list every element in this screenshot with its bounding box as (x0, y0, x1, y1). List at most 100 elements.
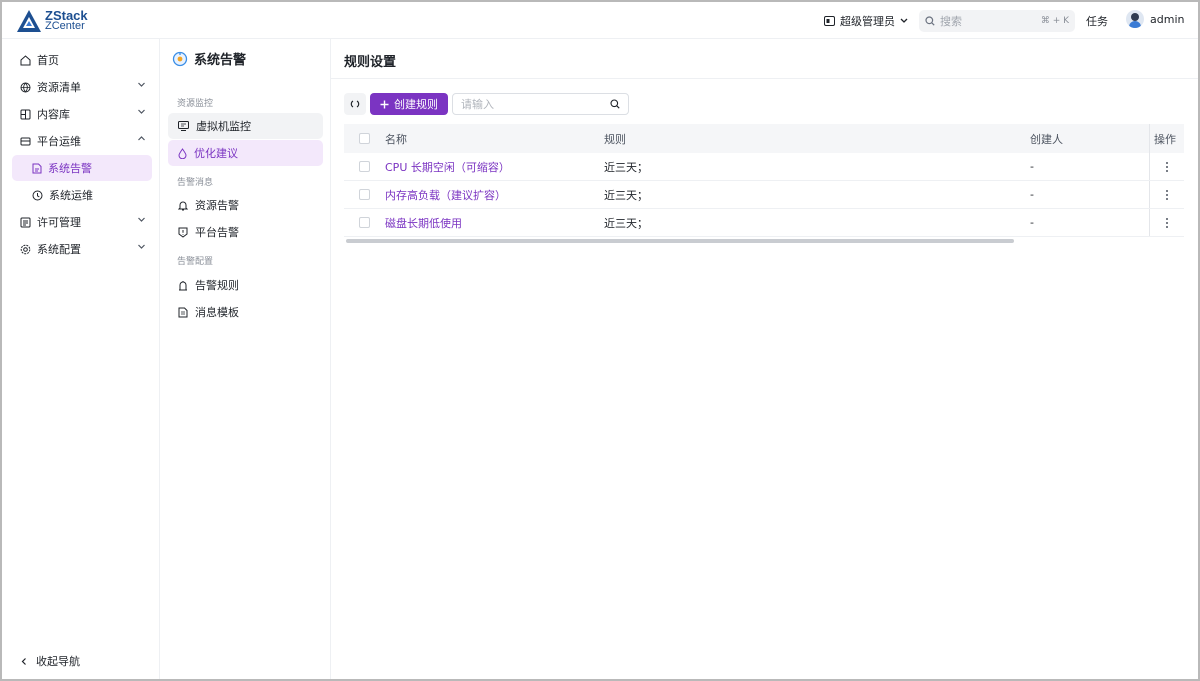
row-actions-button[interactable] (1149, 181, 1184, 208)
sidebar: 首页 资源清单 内容库 平台运维 系统告警 系统运维 许可管理 系统配置 收起导… (2, 39, 160, 679)
chevron-left-icon (21, 657, 26, 665)
col-actions-header: 操作 (1149, 124, 1184, 153)
rule-name-link[interactable]: 内存高负载（建议扩容） (385, 187, 506, 203)
horizontal-scrollbar[interactable] (344, 237, 1184, 243)
rule-search-placeholder: 请输入 (461, 98, 494, 111)
sidebar-item-library[interactable]: 内容库 (12, 101, 152, 127)
sidebar-item-platform-ops[interactable]: 平台运维 (12, 128, 152, 154)
group-label-alarm-config: 告警配置 (177, 257, 214, 267)
settings-icon (20, 244, 31, 254)
panel-item-label: 平台告警 (195, 226, 239, 239)
refresh-button[interactable] (344, 93, 366, 115)
table-row: 磁盘长期低使用 近三天； - (344, 209, 1184, 237)
ops-icon (20, 137, 31, 145)
scrollbar-thumb[interactable] (346, 239, 1014, 243)
panel-item-label: 资源告警 (195, 199, 239, 212)
sidebar-item-system-alarm[interactable]: 系统告警 (12, 155, 152, 181)
drop-icon (178, 147, 187, 159)
chevron-down-icon (138, 109, 145, 114)
rule-name-link[interactable]: 磁盘长期低使用 (385, 215, 462, 231)
table-header: 名称 规则 创建人 操作 (344, 124, 1184, 153)
alarm-module-icon (172, 51, 188, 66)
search-shortcut: ⌘ + K (1040, 16, 1069, 26)
chevron-up-icon (138, 136, 145, 141)
group-label-alarm-messages: 告警消息 (177, 178, 214, 188)
app-window: ZStack ZCenter 超级管理员 搜索 ⌘ + K 任务 admin 首… (2, 2, 1198, 679)
panel-item-vm-monitor[interactable]: 虚拟机监控 (168, 113, 323, 139)
panel-item-label: 虚拟机监控 (196, 120, 251, 133)
avatar (1126, 10, 1144, 28)
sidebar-item-system-ops[interactable]: 系统运维 (12, 182, 152, 208)
panel-item-optimization[interactable]: 优化建议 (168, 140, 323, 166)
panel-item-platform-alarm[interactable]: 平台告警 (168, 219, 323, 245)
create-rule-label: 创建规则 (394, 98, 438, 111)
row-actions-button[interactable] (1149, 209, 1184, 236)
main-content: 规则设置 创建规则 请输入 名称 规则 创建人 操作 CPU 长期空闲（可缩容）… (331, 39, 1198, 679)
sub-nav-panel: 系统告警 资源监控 虚拟机监控 优化建议 告警消息 资源告警 平台告警 告警配置… (160, 39, 331, 679)
refresh-icon (350, 100, 360, 108)
panel-item-label: 告警规则 (195, 279, 239, 292)
bell-icon (178, 201, 188, 210)
table-row: CPU 长期空闲（可缩容） 近三天； - (344, 153, 1184, 181)
panel-item-alarm-rules[interactable]: 告警规则 (168, 272, 323, 298)
more-vertical-icon (1166, 217, 1168, 228)
brand-text: ZStack ZCenter (45, 9, 88, 32)
creator-cell: - (1030, 160, 1034, 173)
panel-item-label: 消息模板 (195, 306, 239, 319)
panel-item-resource-alarm[interactable]: 资源告警 (168, 192, 323, 218)
search-placeholder: 搜索 (940, 15, 962, 28)
home-icon (20, 54, 31, 65)
panel-title: 系统告警 (194, 53, 247, 68)
license-icon (20, 217, 31, 227)
collapse-nav-button[interactable]: 收起导航 (20, 653, 80, 669)
panel-item-message-template[interactable]: 消息模板 (168, 299, 323, 325)
col-creator-header: 创建人 (1030, 132, 1063, 146)
sidebar-item-label: 资源清单 (37, 81, 81, 94)
row-actions-button[interactable] (1149, 153, 1184, 180)
row-checkbox[interactable] (359, 217, 370, 228)
sidebar-item-label: 许可管理 (37, 216, 81, 229)
creator-cell: - (1030, 216, 1034, 229)
rule-cell: 近三天； (604, 160, 648, 174)
rules-table: 名称 规则 创建人 操作 CPU 长期空闲（可缩容） 近三天； - 内存高负载（… (344, 124, 1184, 243)
sidebar-item-label: 系统运维 (49, 189, 93, 202)
chevron-down-icon (138, 82, 145, 87)
top-bar: ZStack ZCenter 超级管理员 搜索 ⌘ + K 任务 admin (2, 2, 1198, 39)
sidebar-item-label: 系统告警 (48, 162, 92, 175)
page-title: 规则设置 (331, 39, 1198, 79)
col-rule-header: 规则 (604, 132, 626, 146)
sidebar-item-settings[interactable]: 系统配置 (12, 236, 152, 262)
alarm-icon (179, 280, 187, 290)
chevron-down-icon (138, 217, 145, 222)
rule-name-link[interactable]: CPU 长期空闲（可缩容） (385, 159, 510, 175)
more-vertical-icon (1166, 189, 1168, 200)
row-checkbox[interactable] (359, 189, 370, 200)
global-search[interactable]: 搜索 ⌘ + K (919, 10, 1075, 32)
chevron-down-icon (138, 244, 145, 249)
collapse-nav-label: 收起导航 (36, 655, 80, 668)
role-icon (824, 16, 835, 26)
select-all-checkbox[interactable] (359, 133, 370, 144)
role-switcher[interactable]: 超级管理员 (824, 13, 908, 29)
create-rule-button[interactable]: 创建规则 (370, 93, 448, 115)
chevron-down-icon (900, 18, 908, 23)
more-vertical-icon (1166, 161, 1168, 172)
table-row: 内存高负载（建议扩容） 近三天； - (344, 181, 1184, 209)
search-icon (610, 99, 620, 109)
tasks-link[interactable]: 任务 (1086, 13, 1108, 29)
sidebar-item-inventory[interactable]: 资源清单 (12, 74, 152, 100)
brand-logo[interactable]: ZStack ZCenter (16, 8, 88, 34)
rule-cell: 近三天； (604, 188, 648, 202)
sidebar-item-home[interactable]: 首页 (12, 47, 152, 73)
sidebar-item-license[interactable]: 许可管理 (12, 209, 152, 235)
doc-alert-icon (32, 163, 42, 173)
template-icon (178, 307, 188, 317)
toolbar: 创建规则 请输入 (344, 93, 629, 115)
row-checkbox[interactable] (359, 161, 370, 172)
panel-header: 系统告警 (172, 49, 246, 68)
sidebar-item-label: 内容库 (37, 108, 70, 121)
globe-icon (20, 82, 31, 92)
rule-cell: 近三天； (604, 216, 648, 230)
rule-search-input[interactable]: 请输入 (452, 93, 629, 115)
user-menu[interactable]: admin (1126, 10, 1184, 28)
